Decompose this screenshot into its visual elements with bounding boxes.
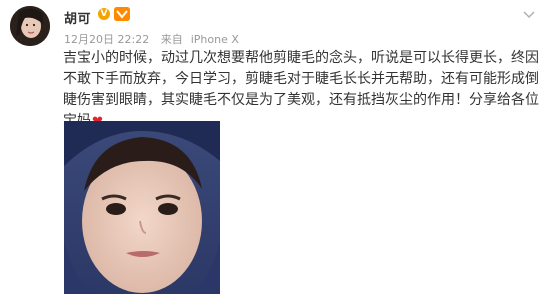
post-timestamp[interactable]: 12月20日 22:22 [64,33,149,46]
post-body: 吉宝小的时候，动过几次想要帮他剪睫毛的念头，听说是可以长得更长，终因不敢下手而放… [63,50,539,129]
vip-badge-icon [114,7,130,21]
post-text: 吉宝小的时候，动过几次想要帮他剪睫毛的念头，听说是可以长得更长，终因不敢下手而放… [63,48,547,132]
post-image[interactable] [64,121,220,294]
post-meta: 12月20日 22:22 来自 iPhone X [64,31,247,47]
avatar[interactable] [10,6,50,46]
verified-badge-icon: V [98,8,110,20]
chevron-down-icon[interactable] [522,7,536,21]
username[interactable]: 胡可 [64,8,91,27]
post-source[interactable]: iPhone X [191,33,239,46]
source-label: 来自 [160,33,183,46]
